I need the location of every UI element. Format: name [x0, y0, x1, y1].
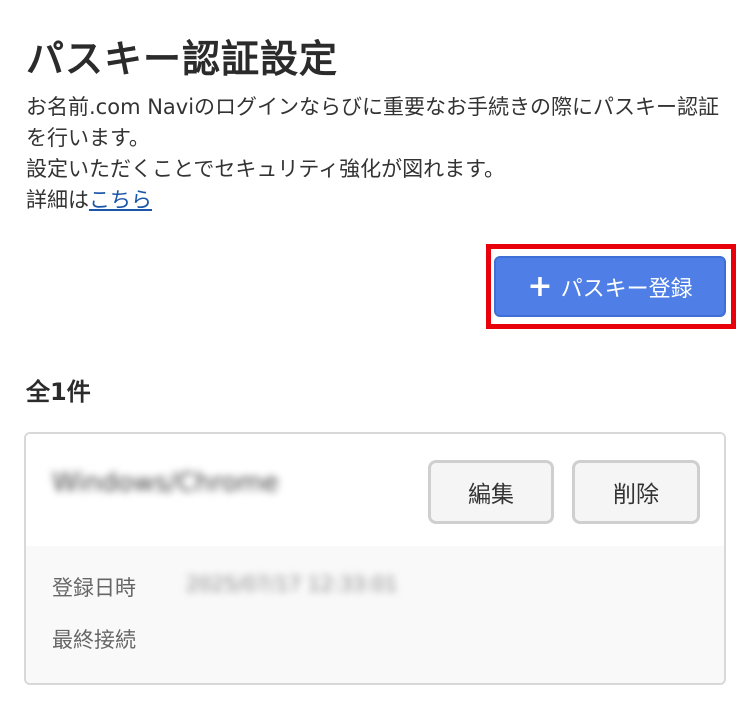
details-link[interactable]: こちら — [89, 188, 152, 212]
description-details: 詳細はこちら — [26, 185, 726, 216]
passkey-card-details: 登録日時 2025/07/17 12:33:01 最終接続 — [26, 546, 724, 683]
plus-icon: + — [527, 268, 553, 304]
passkey-card: Windows/Chrome 編集 削除 登録日時 2025/07/17 12:… — [24, 432, 726, 685]
passkey-card-header: Windows/Chrome 編集 削除 — [26, 434, 724, 546]
description-line-1: お名前.com Naviのログインならびに重要なお手続きの際にパスキー認証を行い… — [26, 95, 720, 150]
item-count: 全1件 — [26, 378, 91, 406]
last-connected-label: 最終接続 — [52, 628, 136, 652]
add-passkey-label: パスキー登録 — [560, 276, 693, 302]
description-line-2: 設定いただくことでセキュリティ強化が図れます。 — [26, 157, 506, 181]
edit-button[interactable]: 編集 — [428, 460, 554, 524]
details-prefix: 詳細は — [26, 188, 89, 212]
device-name: Windows/Chrome — [52, 468, 279, 498]
add-passkey-button[interactable]: + パスキー登録 — [494, 256, 726, 317]
registered-label: 登録日時 — [52, 576, 136, 600]
description: お名前.com Naviのログインならびに重要なお手続きの際にパスキー認証を行い… — [26, 92, 726, 216]
page-title: パスキー認証設定 — [26, 37, 339, 81]
delete-button[interactable]: 削除 — [572, 460, 700, 524]
registered-value: 2025/07/17 12:33:01 — [186, 572, 398, 596]
